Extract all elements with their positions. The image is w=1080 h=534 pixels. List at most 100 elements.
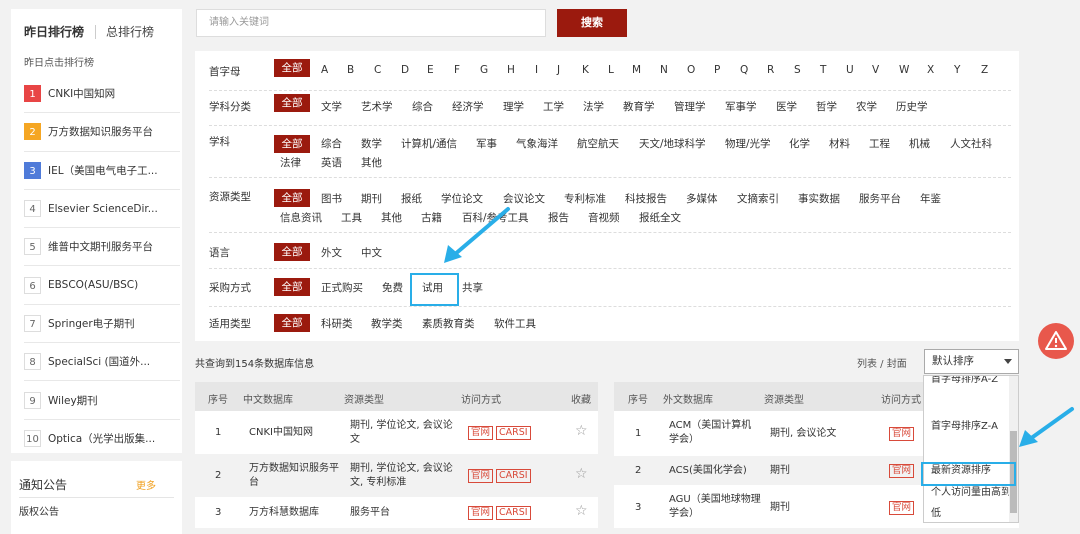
filter-option[interactable]: 其他 [361, 155, 382, 170]
filter-option[interactable]: 正式购买 [321, 280, 363, 295]
filter-option[interactable]: P [714, 64, 720, 76]
star-icon[interactable]: ☆ [575, 504, 588, 518]
ranking-item[interactable]: 8 SpecialSci (国道外... [24, 343, 180, 382]
filter-option[interactable]: 工学 [543, 99, 564, 114]
filter-option[interactable]: 学位论文 [441, 191, 483, 206]
filter-option[interactable]: 天文/地球科学 [639, 136, 706, 151]
filter-option[interactable]: 科研类 [321, 316, 353, 331]
filter-option[interactable]: 法律 [280, 155, 301, 170]
filter-option[interactable]: F [454, 64, 460, 76]
filter-option[interactable]: 理学 [503, 99, 524, 114]
filter-option[interactable]: 其他 [381, 210, 402, 225]
ranking-item[interactable]: 10 Optica（光学出版集... [24, 420, 180, 458]
official-site-link[interactable]: 官网 [468, 469, 494, 483]
filter-option[interactable]: 数学 [361, 136, 382, 151]
rank-name[interactable]: 维普中文期刊服务平台 [48, 239, 153, 254]
filter-option[interactable]: K [582, 64, 589, 76]
filter-all-button[interactable]: 全部 [274, 94, 310, 112]
database-name[interactable]: ACS(美国化学会) [669, 464, 761, 478]
view-toggle[interactable]: 列表 / 封面 [857, 355, 907, 370]
filter-option[interactable]: 期刊 [361, 191, 382, 206]
rank-name[interactable]: Springer电子期刊 [48, 316, 135, 331]
filter-option[interactable]: V [872, 64, 879, 76]
ranking-item[interactable]: 3 IEL（美国电气电子工... [24, 152, 180, 190]
filter-option[interactable]: 英语 [321, 155, 342, 170]
filter-option[interactable]: 农学 [856, 99, 877, 114]
filter-option[interactable]: 文摘索引 [737, 191, 779, 206]
ranking-item[interactable]: 6 EBSCO(ASU/BSC) [24, 266, 180, 305]
filter-option[interactable]: O [687, 64, 695, 76]
filter-option[interactable]: 气象海洋 [516, 136, 558, 151]
rank-name[interactable]: Optica（光学出版集... [48, 431, 155, 446]
filter-option[interactable]: 免费 [382, 280, 403, 295]
database-name[interactable]: 万方科慧数据库 [249, 506, 344, 520]
filter-option[interactable]: 文学 [321, 99, 342, 114]
filter-option[interactable]: R [767, 64, 774, 76]
filter-option[interactable]: 工程 [869, 136, 890, 151]
rank-name[interactable]: Elsevier ScienceDir... [48, 203, 158, 215]
rank-name[interactable]: 万方数据知识服务平台 [48, 124, 153, 139]
filter-option[interactable]: J [557, 64, 560, 76]
filter-option[interactable]: Y [954, 64, 960, 76]
ranking-item[interactable]: 7 Springer电子期刊 [24, 305, 180, 344]
ranking-item[interactable]: 1 CNKI中国知网 [24, 75, 180, 114]
carsi-link[interactable]: CARSI [496, 469, 531, 483]
filter-option[interactable]: 报纸 [401, 191, 422, 206]
filter-option[interactable]: 信息资讯 [280, 210, 322, 225]
filter-option[interactable]: 事实数据 [798, 191, 840, 206]
carsi-link[interactable]: CARSI [496, 506, 531, 520]
filter-option[interactable]: 医学 [776, 99, 797, 114]
alert-button[interactable] [1038, 323, 1074, 359]
filter-all-button[interactable]: 全部 [274, 314, 310, 332]
rank-name[interactable]: IEL（美国电气电子工... [48, 163, 158, 178]
database-name[interactable]: ACM（美国计算机学会） [669, 419, 761, 447]
filter-option[interactable]: 科技报告 [625, 191, 667, 206]
filter-option[interactable]: L [608, 64, 614, 76]
sort-option[interactable]: 首字母排序A-Z [931, 376, 1011, 391]
filter-all-button[interactable]: 全部 [274, 59, 310, 77]
filter-option[interactable]: Q [740, 64, 748, 76]
filter-option[interactable]: 哲学 [816, 99, 837, 114]
filter-option[interactable]: C [374, 64, 381, 76]
star-icon[interactable]: ☆ [575, 424, 588, 438]
rank-name[interactable]: EBSCO(ASU/BSC) [48, 279, 138, 291]
filter-option[interactable]: 历史学 [896, 99, 928, 114]
filter-all-button[interactable]: 全部 [274, 189, 310, 207]
filter-option[interactable]: 综合 [412, 99, 433, 114]
filter-option[interactable]: 军事学 [725, 99, 757, 114]
filter-option[interactable]: A [321, 64, 328, 76]
official-site-link[interactable]: 官网 [889, 464, 915, 478]
filter-all-button[interactable]: 全部 [274, 243, 310, 261]
notice-item[interactable]: 版权公告 [19, 503, 59, 518]
filter-option[interactable]: 教育学 [623, 99, 655, 114]
filter-option[interactable]: X [927, 64, 934, 76]
search-button[interactable]: 搜索 [557, 9, 627, 37]
tab-total-ranking[interactable]: 总排行榜 [106, 23, 154, 40]
filter-option[interactable]: H [507, 64, 515, 76]
filter-option[interactable]: 人文社科 [950, 136, 992, 151]
filter-option[interactable]: 教学类 [371, 316, 403, 331]
filter-option[interactable]: 化学 [789, 136, 810, 151]
filter-option[interactable]: 机械 [909, 136, 930, 151]
filter-option[interactable]: 管理学 [674, 99, 706, 114]
filter-option[interactable]: N [660, 64, 668, 76]
filter-option[interactable]: 外文 [321, 245, 342, 260]
rank-name[interactable]: CNKI中国知网 [48, 86, 115, 101]
filter-option[interactable]: E [427, 64, 434, 76]
filter-option[interactable]: W [899, 64, 909, 76]
filter-option[interactable]: 报纸全文 [639, 210, 681, 225]
filter-option[interactable]: 软件工具 [494, 316, 536, 331]
database-name[interactable]: AGU（美国地球物理学会） [669, 493, 761, 521]
filter-option[interactable]: 图书 [321, 191, 342, 206]
filter-all-button[interactable]: 全部 [274, 135, 310, 153]
filter-option[interactable]: 材料 [829, 136, 850, 151]
sort-option[interactable]: 个人访问量由高到低 [931, 482, 1011, 522]
filter-option[interactable]: 素质教育类 [422, 316, 475, 331]
filter-option[interactable]: 音视频 [588, 210, 620, 225]
filter-option[interactable]: 艺术学 [361, 99, 393, 114]
database-name[interactable]: CNKI中国知网 [249, 426, 344, 440]
official-site-link[interactable]: 官网 [889, 427, 915, 441]
filter-option[interactable]: M [632, 64, 641, 76]
filter-all-button[interactable]: 全部 [274, 278, 310, 296]
filter-option[interactable]: D [401, 64, 409, 76]
